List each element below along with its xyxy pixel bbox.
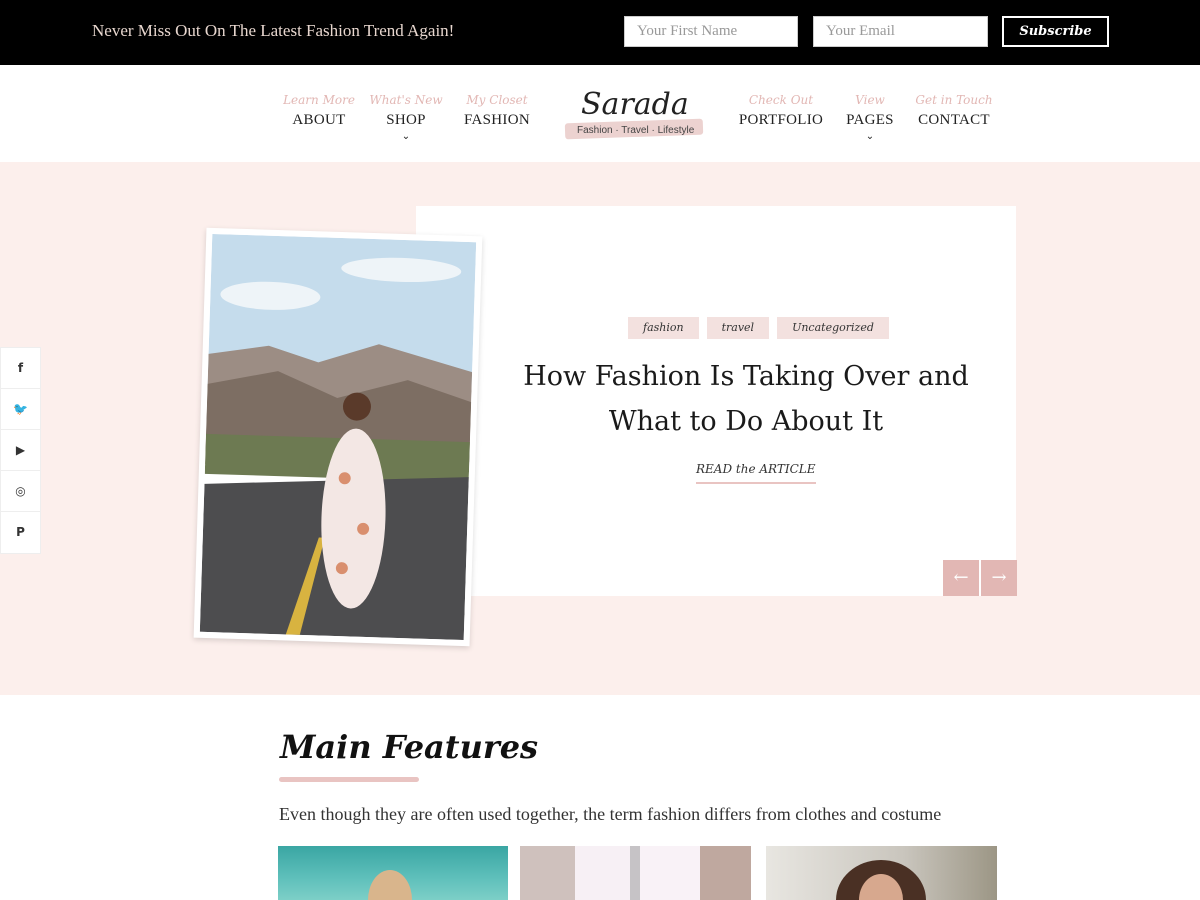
tag-travel[interactable]: travel bbox=[706, 317, 770, 339]
twitter-icon[interactable]: 🐦 bbox=[1, 389, 40, 430]
hero-title-line2: What to Do About It bbox=[608, 406, 884, 437]
nav-item-label: SHOP bbox=[386, 112, 426, 128]
email-input[interactable] bbox=[813, 16, 988, 47]
feature-card-image[interactable] bbox=[520, 846, 751, 900]
features-title: Main Features bbox=[280, 728, 539, 766]
hero-title[interactable]: How Fashion Is Taking Over and What to D… bbox=[496, 354, 996, 444]
nav-item-portfolio[interactable]: Check Out PORTFOLIO bbox=[739, 93, 823, 129]
youtube-icon[interactable]: ▶ bbox=[1, 430, 40, 471]
chevron-down-icon[interactable]: ⌄ bbox=[369, 131, 442, 143]
nav-item-label: PORTFOLIO bbox=[738, 112, 824, 128]
hero-photo-image bbox=[199, 233, 477, 641]
hero-slider: fashion travel Uncategorized How Fashion… bbox=[0, 162, 1200, 695]
nav-item-subtitle: Check Out bbox=[748, 93, 814, 107]
site-logo[interactable]: Sarada Fashion · Travel · Lifestyle bbox=[563, 87, 705, 145]
nav-item-subtitle: Get in Touch bbox=[915, 93, 993, 107]
chevron-down-icon[interactable]: ⌄ bbox=[846, 131, 894, 143]
tag-uncategorized[interactable]: Uncategorized bbox=[777, 317, 889, 339]
features-description: Even though they are often used together… bbox=[279, 804, 942, 824]
nav-item-label: FASHION bbox=[464, 112, 530, 128]
logo-name: Sarada bbox=[581, 87, 689, 122]
arrow-left-icon: ← bbox=[953, 567, 969, 588]
slider-prev-button[interactable]: ← bbox=[943, 560, 979, 596]
nav-item-label: PAGES bbox=[846, 112, 894, 128]
main-nav: Learn More ABOUT What's New SHOP ⌄ My Cl… bbox=[0, 65, 1200, 162]
nav-item-label: CONTACT bbox=[918, 112, 990, 128]
topbar-message: Never Miss Out On The Latest Fashion Tre… bbox=[92, 21, 455, 40]
facebook-icon[interactable]: f bbox=[1, 348, 40, 389]
tag-fashion[interactable]: fashion bbox=[628, 317, 699, 339]
nav-item-subtitle: Learn More bbox=[283, 93, 355, 107]
feature-card-image[interactable] bbox=[766, 846, 997, 900]
instagram-icon[interactable]: ◎ bbox=[1, 471, 40, 512]
nav-item-contact[interactable]: Get in Touch CONTACT bbox=[915, 93, 992, 129]
feature-image-3 bbox=[836, 860, 926, 900]
logo-tagline: Fashion · Travel · Lifestyle bbox=[577, 125, 695, 136]
features-title-underline bbox=[279, 777, 419, 782]
feature-image-2 bbox=[520, 846, 751, 900]
social-sidebar: f 🐦 ▶ ◎ P bbox=[0, 347, 41, 554]
feature-card-image[interactable] bbox=[278, 846, 508, 900]
nav-item-subtitle: View bbox=[855, 93, 885, 107]
slider-next-button[interactable]: → bbox=[981, 560, 1017, 596]
nav-item-fashion[interactable]: My Closet FASHION bbox=[464, 93, 530, 129]
nav-item-about[interactable]: Learn More ABOUT bbox=[283, 93, 355, 129]
nav-item-subtitle: My Closet bbox=[466, 93, 528, 107]
nav-item-label: ABOUT bbox=[292, 112, 346, 128]
hero-title-line1: How Fashion Is Taking Over and bbox=[523, 361, 969, 392]
topbar: Never Miss Out On The Latest Fashion Tre… bbox=[0, 0, 1200, 65]
nav-item-subtitle: What's New bbox=[369, 93, 443, 107]
first-name-input[interactable] bbox=[624, 16, 798, 47]
feature-image-1 bbox=[368, 870, 412, 900]
pinterest-icon[interactable]: P bbox=[1, 512, 40, 553]
read-article-link[interactable]: READ the ARTICLE bbox=[696, 462, 816, 484]
nav-item-shop[interactable]: What's New SHOP ⌄ bbox=[369, 93, 442, 143]
nav-item-pages[interactable]: View PAGES ⌄ bbox=[846, 93, 894, 143]
subscribe-button[interactable]: Subscribe bbox=[1002, 16, 1109, 47]
hero-photo[interactable] bbox=[193, 227, 483, 647]
hero-tags: fashion travel Uncategorized bbox=[628, 317, 889, 339]
arrow-right-icon: → bbox=[991, 567, 1007, 588]
